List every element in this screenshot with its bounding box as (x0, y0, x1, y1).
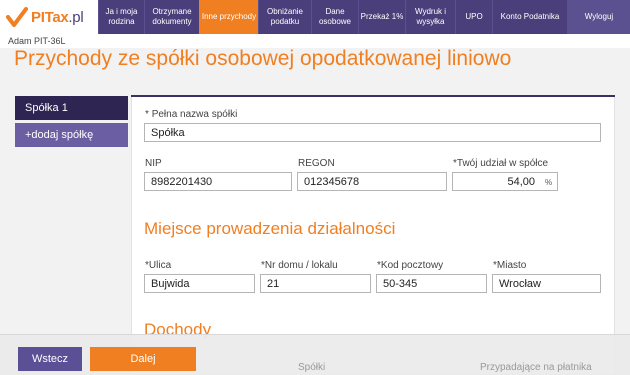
full-name-input[interactable] (144, 123, 601, 142)
percent-unit: % (545, 178, 553, 187)
top-navigation: PITax.pl Ja i moja rodzina Otrzymane dok… (0, 0, 630, 34)
city-input[interactable] (492, 274, 601, 293)
nip-input[interactable] (144, 172, 292, 191)
postal-code-input[interactable] (376, 274, 487, 293)
column-header-taxpayer: Przypadające na płatnika (480, 362, 592, 373)
nav-item-print-send[interactable]: Wydruk i wysyłka (405, 0, 455, 34)
house-number-label: *Nr domu / lokalu (261, 260, 338, 271)
logout-button[interactable]: Wyloguj (567, 0, 630, 34)
nav-item-one-percent[interactable]: Przekaż 1% (358, 0, 405, 34)
nav-item-family[interactable]: Ja i moja rodzina (98, 0, 144, 34)
user-name: Adam PIT-36L (8, 36, 66, 46)
street-input[interactable] (144, 274, 255, 293)
regon-label: REGON (298, 158, 335, 169)
share-label: *Twój udział w spółce (453, 158, 549, 169)
checkmark-logo-icon (6, 6, 28, 28)
add-company-button[interactable]: +dodaj spółkę (15, 123, 128, 147)
company-tab[interactable]: Spółka 1 (15, 96, 128, 120)
nav-item-documents[interactable]: Otrzymane dokumenty (144, 0, 199, 34)
nav-item-other-income[interactable]: Inne przychody (199, 0, 258, 34)
sub-header (0, 34, 630, 48)
nav-item-personal-data[interactable]: Dane osobowe (311, 0, 358, 34)
pitax-logo[interactable]: PITax.pl (0, 0, 98, 34)
full-name-label: * Pełna nazwa spółki (145, 109, 238, 120)
share-input[interactable] (452, 172, 558, 191)
back-button[interactable]: Wstecz (18, 347, 82, 371)
postal-code-label: *Kod pocztowy (377, 260, 444, 271)
column-header-company: Spółki (298, 362, 326, 373)
page-title: Przychody ze spółki osobowej opodatkowan… (14, 47, 512, 70)
location-section-title: Miejsce prowadzenia działalności (144, 219, 396, 238)
city-label: *Miasto (493, 260, 527, 271)
regon-input[interactable] (297, 172, 447, 191)
nav-item-tax-reduction[interactable]: Obniżanie podatku (258, 0, 311, 34)
panel-accent-bar (131, 95, 615, 97)
street-label: *Ulica (145, 260, 172, 271)
logo-text: PITax.pl (31, 8, 84, 26)
house-number-input[interactable] (260, 274, 371, 293)
nip-label: NIP (145, 158, 162, 169)
nav-item-upo[interactable]: UPO (455, 0, 492, 34)
nav-item-taxpayer-account[interactable]: Konto Podatnika (492, 0, 567, 34)
next-button[interactable]: Dalej (90, 347, 196, 371)
